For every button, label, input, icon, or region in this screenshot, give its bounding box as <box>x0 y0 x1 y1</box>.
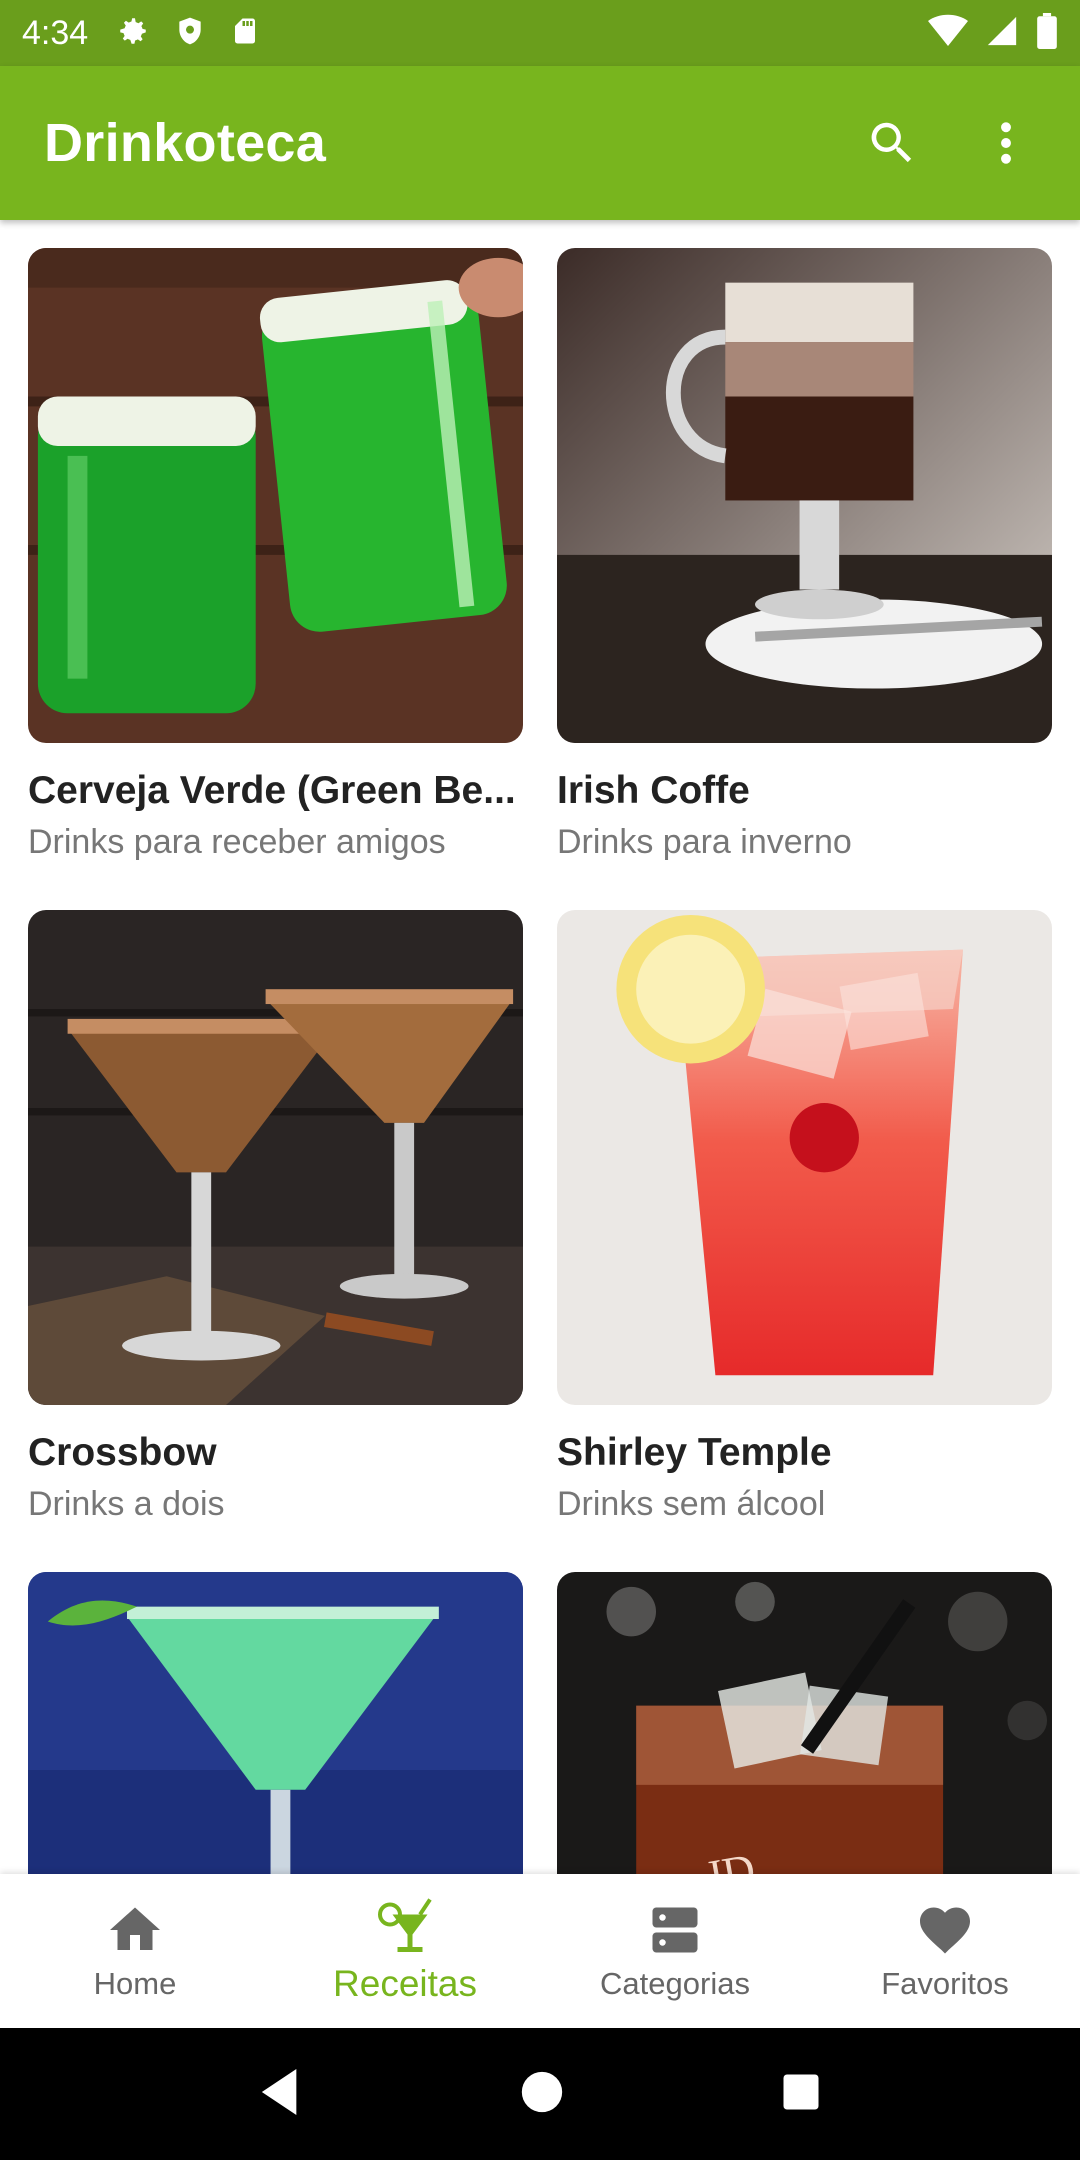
nav-label-favoritos: Favoritos <box>881 1966 1009 2001</box>
nav-label-categorias: Categorias <box>600 1966 750 2001</box>
nav-label-receitas: Receitas <box>333 1963 477 2004</box>
drink-category: Drinks para inverno <box>557 823 852 861</box>
drink-card[interactable]: Irish Coffe Drinks para inverno <box>557 248 1052 910</box>
home-circle-icon <box>521 2071 563 2112</box>
drink-card[interactable]: Shirley Temple Drinks sem álcool <box>557 910 1052 1572</box>
sd-card-icon <box>230 14 260 53</box>
drink-title: Irish Coffe <box>557 769 750 812</box>
drink-image-green-cocktail <box>28 1572 523 1874</box>
app-bar: Drinkoteca <box>0 66 1080 220</box>
drink-image-green-beer <box>28 248 523 743</box>
drink-image-crossbow <box>28 910 523 1405</box>
nav-item-receitas[interactable]: Receitas <box>270 1874 540 2028</box>
back-icon <box>261 2068 297 2115</box>
drink-image-whiskey-drink: JD <box>557 1572 1052 1874</box>
cocktail-icon <box>378 1898 432 1952</box>
recents-button[interactable] <box>780 2071 822 2118</box>
drink-title: Crossbow <box>28 1431 217 1474</box>
battery-icon <box>1036 12 1058 54</box>
nav-item-categorias[interactable]: Categorias <box>540 1874 810 2028</box>
more-options-button[interactable] <box>976 113 1036 173</box>
drink-title: Shirley Temple <box>557 1431 832 1474</box>
system-navigation-bar <box>0 2028 1080 2160</box>
drink-image-shirley-temple <box>557 910 1052 1405</box>
search-icon <box>871 122 912 163</box>
drink-title: Cerveja Verde (Green Be... <box>28 769 516 812</box>
app-title: Drinkoteca <box>44 113 327 173</box>
drink-card[interactable]: JD <box>557 1572 1052 1874</box>
nav-item-favoritos[interactable]: Favoritos <box>810 1874 1080 2028</box>
gear-icon <box>116 14 150 53</box>
nav-item-home[interactable]: Home <box>0 1874 270 2028</box>
nav-label-home: Home <box>93 1966 177 2001</box>
shield-icon <box>174 14 206 53</box>
bottom-navigation: Home Receitas Categorias Favoritos <box>0 1874 1080 2028</box>
drink-category: Drinks sem álcool <box>557 1485 826 1523</box>
status-bar: 4:34 <box>0 0 1080 66</box>
drink-card[interactable]: Cerveja Verde (Green Be... Drinks para r… <box>28 248 523 910</box>
drink-card[interactable] <box>28 1572 523 1874</box>
drink-card[interactable]: Crossbow Drinks a dois <box>28 910 523 1572</box>
home-button[interactable] <box>520 2070 564 2119</box>
drinks-list[interactable]: Cerveja Verde (Green Be... Drinks para r… <box>0 220 1080 1874</box>
drink-category: Drinks para receber amigos <box>28 823 446 861</box>
search-button[interactable] <box>862 113 922 173</box>
drink-category: Drinks a dois <box>28 1485 225 1523</box>
status-time: 4:34 <box>22 13 89 52</box>
signal-icon <box>984 14 1020 53</box>
home-icon <box>110 1907 160 1950</box>
drink-image-irish-coffee <box>557 248 1052 743</box>
heart-icon <box>920 1907 970 1954</box>
recents-icon <box>783 2074 819 2109</box>
categories-icon <box>652 1907 698 1953</box>
more-vert-icon <box>1001 122 1011 164</box>
wifi-icon <box>928 14 968 53</box>
back-button[interactable] <box>258 2067 304 2122</box>
